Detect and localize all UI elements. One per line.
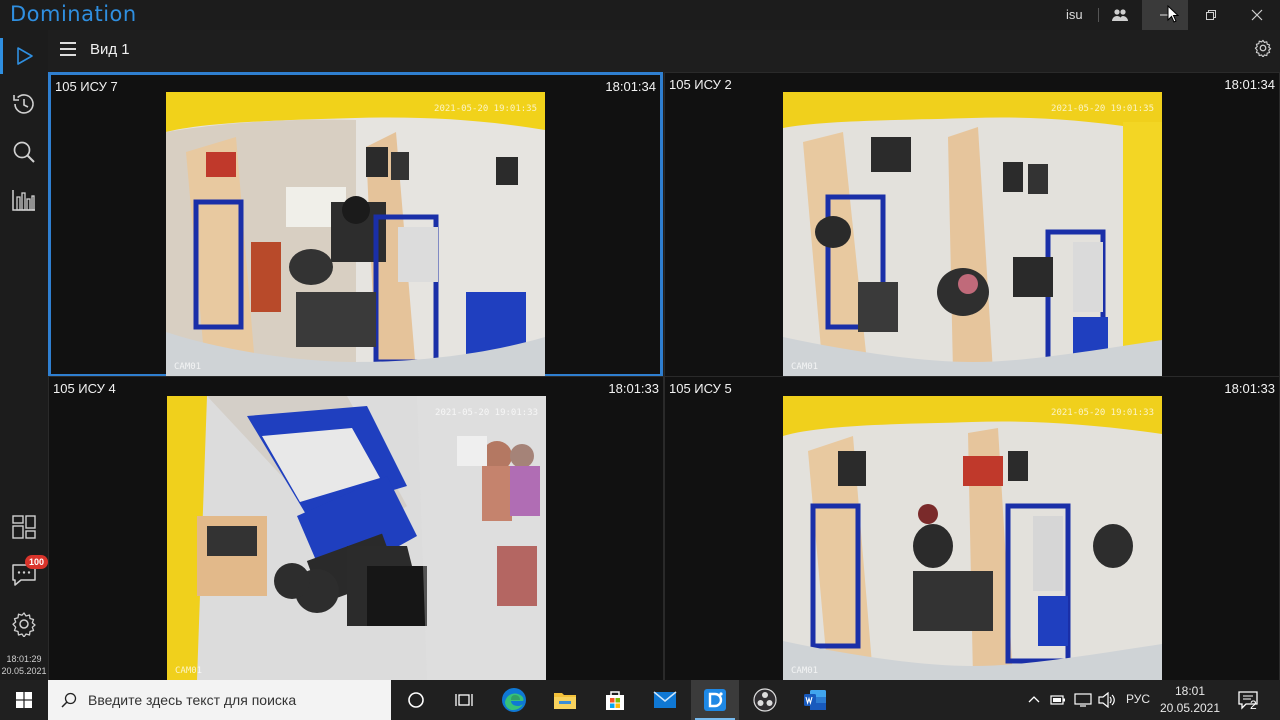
video-feed[interactable]: 2021-05-20 19:01:33 CAM01 bbox=[167, 396, 546, 680]
domination-icon bbox=[704, 689, 726, 711]
video-timestamp: 2021-05-20 19:01:33 bbox=[435, 408, 538, 418]
edge-app[interactable] bbox=[490, 680, 538, 720]
restore-button[interactable] bbox=[1188, 0, 1234, 30]
play-icon bbox=[17, 47, 33, 65]
statistics-button[interactable] bbox=[0, 176, 48, 224]
app-logo: Domination bbox=[10, 2, 137, 26]
search-button[interactable] bbox=[0, 128, 48, 176]
search-icon bbox=[61, 692, 77, 708]
camera-time: 18:01:33 bbox=[1224, 381, 1275, 396]
language-indicator[interactable]: РУС bbox=[1126, 692, 1150, 706]
search-icon bbox=[13, 141, 35, 163]
windows-icon bbox=[16, 692, 32, 708]
video-feed[interactable]: 2021-05-20 19:01:35 CAM01 bbox=[166, 92, 545, 376]
volume-icon[interactable] bbox=[1098, 692, 1116, 708]
chevron-up-icon[interactable] bbox=[1028, 695, 1040, 703]
taskbar-search[interactable]: Введите здесь текст для поиска bbox=[48, 680, 391, 720]
live-view-button[interactable] bbox=[0, 32, 48, 80]
view-settings-icon[interactable] bbox=[1254, 39, 1272, 57]
close-button[interactable] bbox=[1234, 0, 1280, 30]
sidebar-time: 18:01:29 bbox=[6, 654, 42, 664]
word-app[interactable] bbox=[791, 680, 839, 720]
camera-name: 105 ИСУ 7 bbox=[55, 79, 118, 94]
video-camera-label: CAM01 bbox=[174, 362, 202, 372]
store-icon bbox=[606, 691, 624, 710]
battery-icon[interactable] bbox=[1050, 693, 1066, 707]
camera-grid: 105 ИСУ 7 18:01:34 2021-05-20 19:01:35 C… bbox=[48, 70, 1280, 681]
title-bar: Domination isu bbox=[0, 0, 1280, 30]
camera-name: 105 ИСУ 4 bbox=[53, 381, 116, 396]
obs-app[interactable] bbox=[741, 680, 789, 720]
video-feed[interactable]: 2021-05-20 19:01:35 CAM01 bbox=[783, 92, 1162, 376]
camera-tile[interactable]: 105 ИСУ 7 18:01:34 2021-05-20 19:01:35 C… bbox=[48, 72, 663, 377]
video-feed[interactable]: 2021-05-20 19:01:33 CAM01 bbox=[783, 396, 1162, 680]
mail-icon bbox=[653, 691, 677, 708]
store-app[interactable] bbox=[591, 680, 639, 720]
network-icon[interactable] bbox=[1074, 692, 1092, 708]
mouse-cursor-icon bbox=[1167, 5, 1179, 23]
video-timestamp: 2021-05-20 19:01:33 bbox=[1051, 408, 1154, 418]
sidebar-date: 20.05.2021 bbox=[1, 666, 47, 676]
camera-time: 18:01:33 bbox=[608, 381, 659, 396]
folder-icon bbox=[554, 693, 576, 709]
video-timestamp: 2021-05-20 19:01:35 bbox=[1051, 104, 1154, 114]
layouts-button[interactable] bbox=[0, 503, 48, 551]
view-title: Вид 1 bbox=[90, 41, 130, 58]
mail-app[interactable] bbox=[641, 680, 689, 720]
edge-icon bbox=[502, 688, 526, 712]
users-icon[interactable] bbox=[1097, 0, 1143, 30]
obs-icon bbox=[753, 688, 777, 712]
video-camera-label: CAM01 bbox=[791, 362, 819, 372]
camera-name: 105 ИСУ 5 bbox=[669, 381, 732, 396]
video-camera-label: CAM01 bbox=[791, 666, 819, 676]
clock-date: 20.05.2021 bbox=[1159, 701, 1221, 715]
menu-icon[interactable] bbox=[60, 42, 76, 56]
cortana-button[interactable] bbox=[392, 680, 440, 720]
video-frame bbox=[783, 92, 1162, 376]
start-button[interactable] bbox=[0, 680, 48, 720]
taskbar-clock[interactable]: 18:01 20.05.2021 bbox=[1152, 683, 1228, 717]
history-icon bbox=[13, 94, 34, 114]
camera-tile[interactable]: 105 ИСУ 2 18:01:34 2021-05-20 19:01:35 C… bbox=[664, 72, 1280, 377]
sidebar: 100 18:01:29 20.05.2021 bbox=[0, 30, 49, 680]
video-frame bbox=[167, 396, 546, 680]
camera-tile[interactable]: 105 ИСУ 5 18:01:33 2021-05-20 19:01:33 C… bbox=[664, 376, 1280, 681]
events-badge: 100 bbox=[25, 555, 49, 569]
search-placeholder: Введите здесь текст для поиска bbox=[88, 692, 297, 708]
settings-button[interactable] bbox=[0, 600, 48, 648]
video-frame bbox=[783, 396, 1162, 680]
video-frame bbox=[166, 92, 545, 376]
bar-chart-icon bbox=[12, 190, 35, 211]
file-explorer-app[interactable] bbox=[541, 680, 589, 720]
task-view-icon bbox=[455, 694, 473, 706]
camera-tile[interactable]: 105 ИСУ 4 18:01:33 2021-05-20 19:01:33 C… bbox=[48, 376, 664, 681]
circle-icon bbox=[408, 692, 424, 708]
layout-grid-icon bbox=[12, 515, 36, 539]
clock-time: 18:01 bbox=[1174, 684, 1206, 698]
video-timestamp: 2021-05-20 19:01:35 bbox=[434, 104, 537, 114]
minimize-button[interactable] bbox=[1142, 0, 1188, 30]
domination-app[interactable] bbox=[691, 680, 739, 720]
archive-button[interactable] bbox=[0, 80, 48, 128]
camera-time: 18:01:34 bbox=[605, 79, 656, 94]
task-view-button[interactable] bbox=[440, 680, 488, 720]
view-toolbar: Вид 1 bbox=[48, 30, 1280, 70]
word-icon bbox=[804, 690, 826, 710]
video-camera-label: CAM01 bbox=[175, 666, 203, 676]
gear-icon bbox=[12, 612, 36, 637]
camera-time: 18:01:34 bbox=[1224, 77, 1275, 92]
camera-name: 105 ИСУ 2 bbox=[669, 77, 732, 92]
taskbar: Введите здесь текст для поиска РУС 18:01… bbox=[0, 680, 1280, 720]
notifications-count: 2 bbox=[1250, 698, 1257, 712]
user-name[interactable]: isu bbox=[1066, 7, 1083, 22]
